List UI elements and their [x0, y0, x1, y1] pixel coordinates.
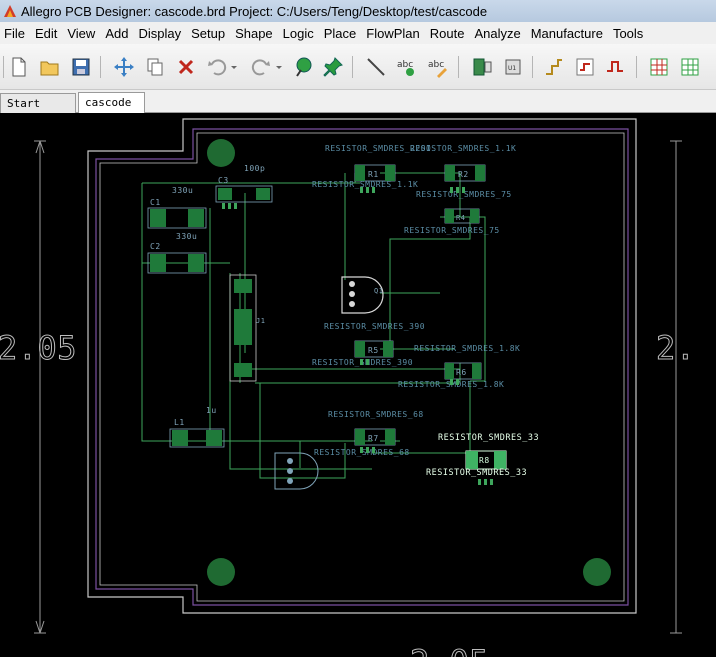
- component-r6[interactable]: R6 RESISTOR_SMDRES_1.8K RESISTOR_SMDRES_…: [398, 344, 520, 389]
- svg-text:J1: J1: [256, 317, 265, 325]
- component-c2[interactable]: C2 330u: [147, 232, 207, 274]
- c1-value-label: 330u: [172, 186, 193, 195]
- toolbar-separator: [636, 56, 637, 78]
- r7-value-label: RESISTOR_SMDRES_68: [328, 410, 424, 419]
- redo-dropdown-icon[interactable]: [272, 54, 286, 80]
- component-icon[interactable]: U1: [500, 54, 526, 80]
- grid-icon[interactable]: [646, 54, 672, 80]
- mounting-hole-br: [583, 558, 611, 586]
- grid-alt-icon[interactable]: [677, 54, 703, 80]
- route-keepout: [95, 128, 629, 606]
- r4-value-label-2: RESISTOR_SMDRES_75: [404, 226, 500, 235]
- menu-shape[interactable]: Shape: [231, 26, 279, 41]
- redo-icon[interactable]: [248, 54, 274, 80]
- svg-text:R1: R1: [368, 170, 379, 179]
- r8-value-label: RESISTOR_SMDRES_33: [438, 433, 539, 443]
- add-text-icon[interactable]: abc: [394, 54, 420, 80]
- toolbar-separator: [3, 56, 4, 78]
- r5-value-label: RESISTOR_SMDRES_390: [324, 322, 425, 331]
- add-line-icon[interactable]: [363, 54, 389, 80]
- toolbar-separator: [458, 56, 459, 78]
- menu-display[interactable]: Display: [134, 26, 187, 41]
- tab-strip: Start Page cascode: [0, 90, 716, 129]
- edit-text-icon[interactable]: abc: [425, 54, 451, 80]
- waveform-icon[interactable]: [603, 54, 629, 80]
- menu-file[interactable]: File: [0, 26, 31, 41]
- menu-manufacture[interactable]: Manufacture: [527, 26, 609, 41]
- board-view[interactable]: 2.05 2. 2.05: [0, 113, 716, 657]
- dimension-right-label: 2.: [656, 329, 696, 367]
- open-folder-icon[interactable]: [37, 54, 63, 80]
- svg-text:R4: R4: [456, 214, 465, 222]
- window-title: Allegro PCB Designer: cascode.brd Projec…: [21, 3, 488, 19]
- menu-view[interactable]: View: [63, 26, 101, 41]
- delete-icon[interactable]: [173, 54, 199, 80]
- new-file-icon[interactable]: [6, 54, 32, 80]
- r2-value-label-2: RESISTOR_SMDRES_1.1K: [312, 180, 418, 189]
- svg-text:R6: R6: [456, 368, 467, 377]
- toolbar-separator: [532, 56, 533, 78]
- dimension-bottom-label: 2.05: [410, 643, 489, 657]
- r6-value-label: RESISTOR_SMDRES_1.8K: [414, 344, 520, 353]
- move-icon[interactable]: [111, 54, 137, 80]
- menu-analyze[interactable]: Analyze: [470, 26, 526, 41]
- menu-place[interactable]: Place: [320, 26, 363, 41]
- menu-flowplan[interactable]: FlowPlan: [362, 26, 425, 41]
- place-icon[interactable]: [469, 54, 495, 80]
- svg-text:abc: abc: [428, 60, 444, 70]
- toolbar: abc abc U1: [0, 44, 716, 90]
- component-c1[interactable]: C1 330u: [147, 186, 207, 229]
- highlight-icon[interactable]: [572, 54, 598, 80]
- l1-value-label: 1u: [206, 406, 217, 415]
- menu-route[interactable]: Route: [426, 26, 471, 41]
- menu-logic[interactable]: Logic: [279, 26, 320, 41]
- svg-text:C3: C3: [218, 176, 229, 185]
- menu-edit[interactable]: Edit: [31, 26, 63, 41]
- tab-start-page[interactable]: Start Page: [0, 93, 76, 129]
- svg-text:R8: R8: [479, 456, 490, 465]
- svg-text:C1: C1: [150, 198, 161, 207]
- menu-setup[interactable]: Setup: [187, 26, 231, 41]
- package-keepout: [99, 132, 625, 602]
- tab-cascode[interactable]: cascode: [78, 92, 145, 114]
- allegro-logo-icon: [4, 5, 16, 17]
- connect-icon[interactable]: [541, 54, 567, 80]
- svg-text:R2: R2: [458, 170, 469, 179]
- svg-text:U1: U1: [508, 65, 516, 72]
- svg-text:C2: C2: [150, 242, 161, 251]
- svg-text:R7: R7: [368, 434, 379, 443]
- svg-text:Q1: Q1: [374, 287, 383, 295]
- menu-tools[interactable]: Tools: [609, 26, 649, 41]
- menu-add[interactable]: Add: [101, 26, 134, 41]
- toolbar-separator: [100, 56, 101, 78]
- component-r4[interactable]: R4 RESISTOR_SMDRES_75 RESISTOR_SMDRES_75: [404, 190, 512, 235]
- menu-bar: File Edit View Add Display Setup Shape L…: [0, 22, 716, 44]
- component-r8[interactable]: R8 RESISTOR_SMDRES_33 RESISTOR_SMDRES_33: [426, 433, 539, 478]
- design-canvas[interactable]: 2.05 2. 2.05: [0, 113, 716, 657]
- undo-dropdown-icon[interactable]: [227, 54, 241, 80]
- r2-value-label: RESISTOR_SMDRES_1.1K: [410, 144, 516, 153]
- title-bar: Allegro PCB Designer: cascode.brd Projec…: [0, 0, 716, 22]
- component-q1[interactable]: Q1: [341, 276, 384, 314]
- copy-icon[interactable]: [142, 54, 168, 80]
- component-j1[interactable]: J1: [229, 274, 265, 382]
- c3-value-label: 100p: [244, 164, 265, 173]
- mounting-hole-tl: [207, 139, 235, 167]
- toolbar-separator: [352, 56, 353, 78]
- mounting-hole-bl: [207, 558, 235, 586]
- dimension-right: [670, 140, 682, 634]
- pick-icon[interactable]: [290, 54, 316, 80]
- svg-text:R5: R5: [368, 346, 379, 355]
- svg-text:L1: L1: [174, 418, 185, 427]
- r8-value-label-2: RESISTOR_SMDRES_33: [426, 468, 527, 478]
- save-icon[interactable]: [68, 54, 94, 80]
- c2-value-label: 330u: [176, 232, 197, 241]
- dimension-left: [34, 140, 46, 634]
- pin-icon[interactable]: [320, 54, 346, 80]
- dimension-left-label: 2.05: [0, 329, 77, 367]
- component-q2[interactable]: [274, 452, 319, 490]
